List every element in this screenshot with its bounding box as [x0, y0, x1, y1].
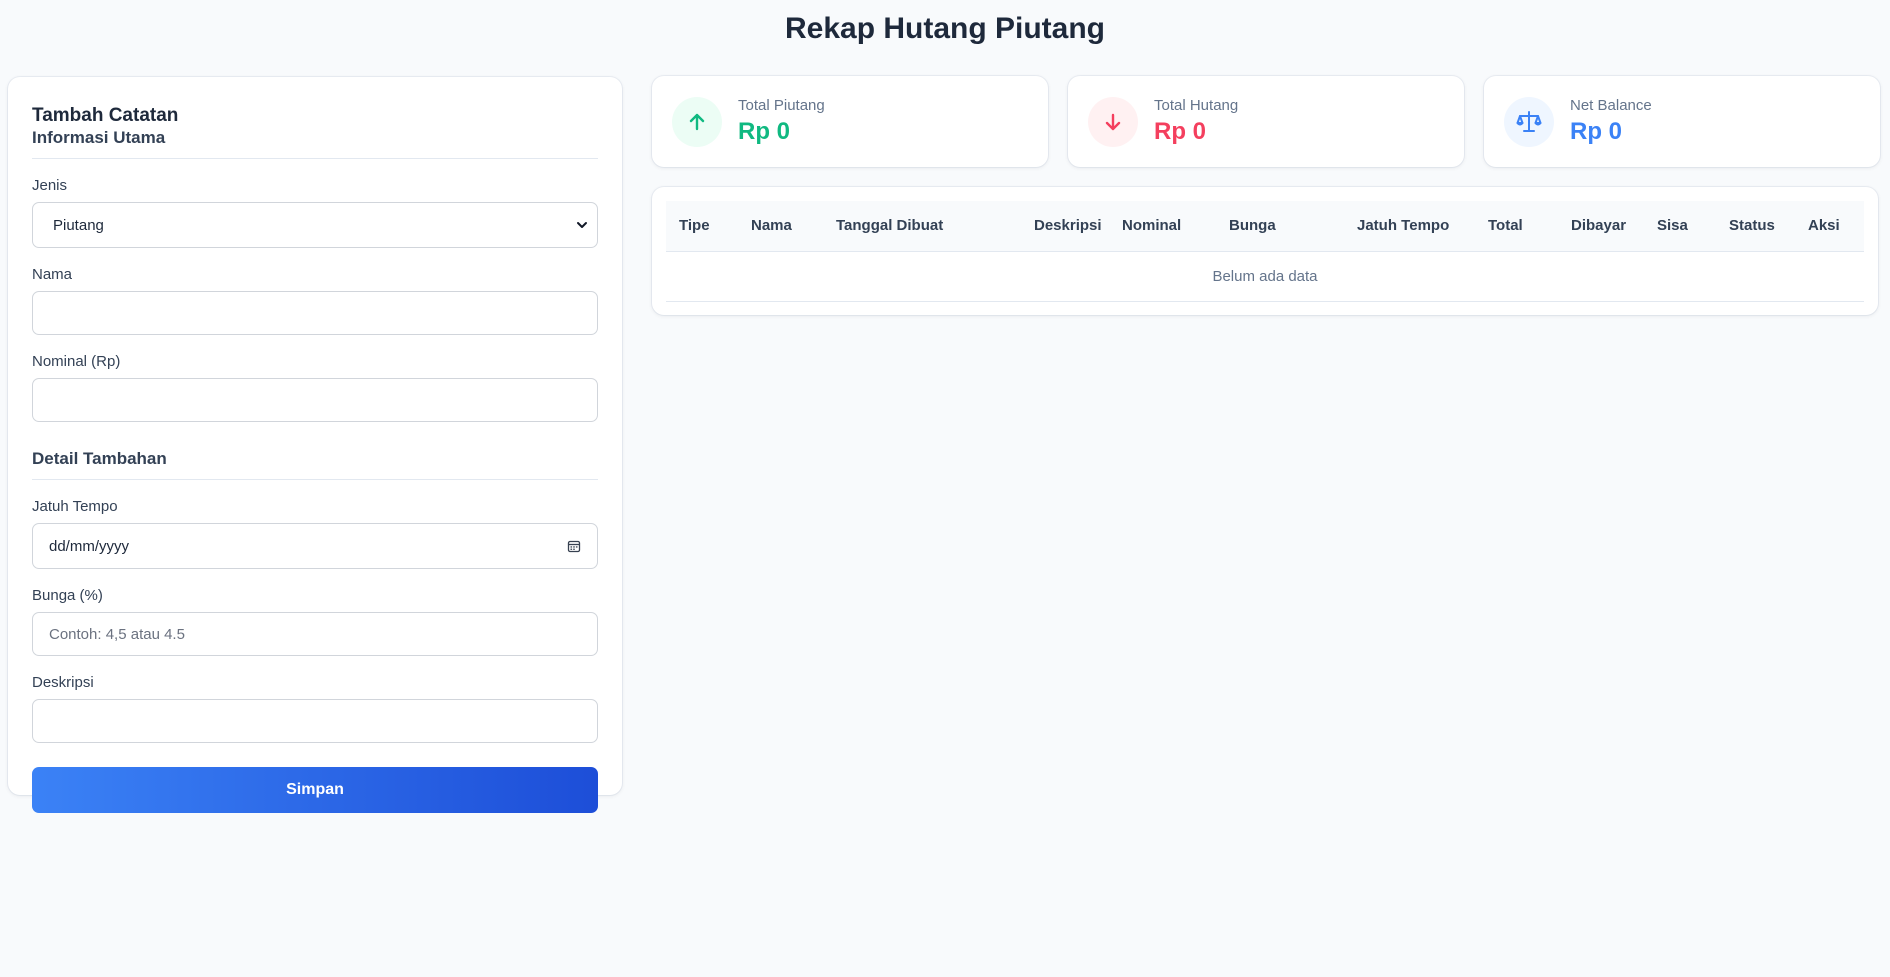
nominal-input[interactable] [32, 378, 598, 422]
stat-card-hutang: Total Hutang Rp 0 [1068, 76, 1464, 167]
jenis-label: Jenis [32, 177, 68, 194]
column-header: Aksi [1795, 201, 1864, 252]
jenis-select[interactable]: Piutang [32, 202, 598, 248]
stat-value-net: Rp 0 [1570, 117, 1623, 145]
scale-icon [1504, 96, 1554, 147]
stat-label-net: Net Balance [1570, 96, 1652, 114]
column-header: Nominal [1109, 201, 1216, 252]
bunga-label: Bunga (%) [32, 587, 103, 604]
empty-state-text: Belum ada data [666, 251, 1864, 302]
jenis-selected-value: Piutang [53, 216, 104, 234]
column-header: Tipe [666, 201, 738, 252]
column-header: Deskripsi [1021, 201, 1109, 252]
stat-value-piutang: Rp 0 [738, 117, 791, 145]
column-header: Jatuh Tempo [1344, 201, 1475, 252]
jatuh-tempo-placeholder: dd/mm/yyyy [49, 537, 130, 555]
column-header: Dibayar [1558, 201, 1644, 252]
records-table: Tipe Nama Tanggal Dibuat Deskripsi Nomin… [666, 201, 1864, 302]
deskripsi-label: Deskripsi [32, 674, 94, 691]
stat-value-hutang: Rp 0 [1154, 117, 1207, 145]
deskripsi-input[interactable] [32, 699, 598, 743]
table-row-empty: Belum ada data [666, 251, 1864, 302]
section-divider [32, 479, 598, 480]
column-header: Tanggal Dibuat [823, 201, 1021, 252]
column-header: Total [1475, 201, 1558, 252]
table-header-row: Tipe Nama Tanggal Dibuat Deskripsi Nomin… [666, 201, 1864, 252]
section-divider [32, 158, 598, 159]
column-header: Sisa [1644, 201, 1716, 252]
stat-card-piutang: Total Piutang Rp 0 [652, 76, 1048, 167]
stat-card-net-balance: Net Balance Rp 0 [1484, 76, 1880, 167]
stat-label-hutang: Total Hutang [1154, 96, 1239, 114]
nama-input[interactable] [32, 291, 598, 335]
arrow-down-icon [1088, 96, 1138, 147]
bunga-input[interactable]: Contoh: 4,5 atau 4.5 [32, 612, 598, 656]
chevron-down-icon [577, 222, 587, 228]
jatuh-tempo-label: Jatuh Tempo [32, 498, 118, 515]
jatuh-tempo-input[interactable]: dd/mm/yyyy [32, 523, 598, 569]
add-record-form: Tambah Catatan Informasi Utama Jenis Piu… [8, 77, 622, 813]
nominal-label: Nominal (Rp) [32, 353, 121, 370]
form-title: Tambah Catatan [32, 105, 179, 126]
nama-label: Nama [32, 266, 73, 283]
records-table-card: Tipe Nama Tanggal Dibuat Deskripsi Nomin… [652, 187, 1878, 315]
section-title-main: Informasi Utama [32, 128, 166, 147]
stat-label-piutang: Total Piutang [738, 96, 825, 114]
calendar-icon[interactable] [567, 539, 581, 553]
column-header: Status [1716, 201, 1795, 252]
column-header: Nama [738, 201, 823, 252]
page-title: Rekap Hutang Piutang [784, 12, 1106, 45]
arrow-up-icon [672, 96, 722, 147]
column-header: Bunga [1216, 201, 1344, 252]
section-title-detail: Detail Tambahan [32, 449, 167, 468]
bunga-placeholder: Contoh: 4,5 atau 4.5 [49, 625, 185, 643]
save-button[interactable]: Simpan [32, 767, 598, 813]
